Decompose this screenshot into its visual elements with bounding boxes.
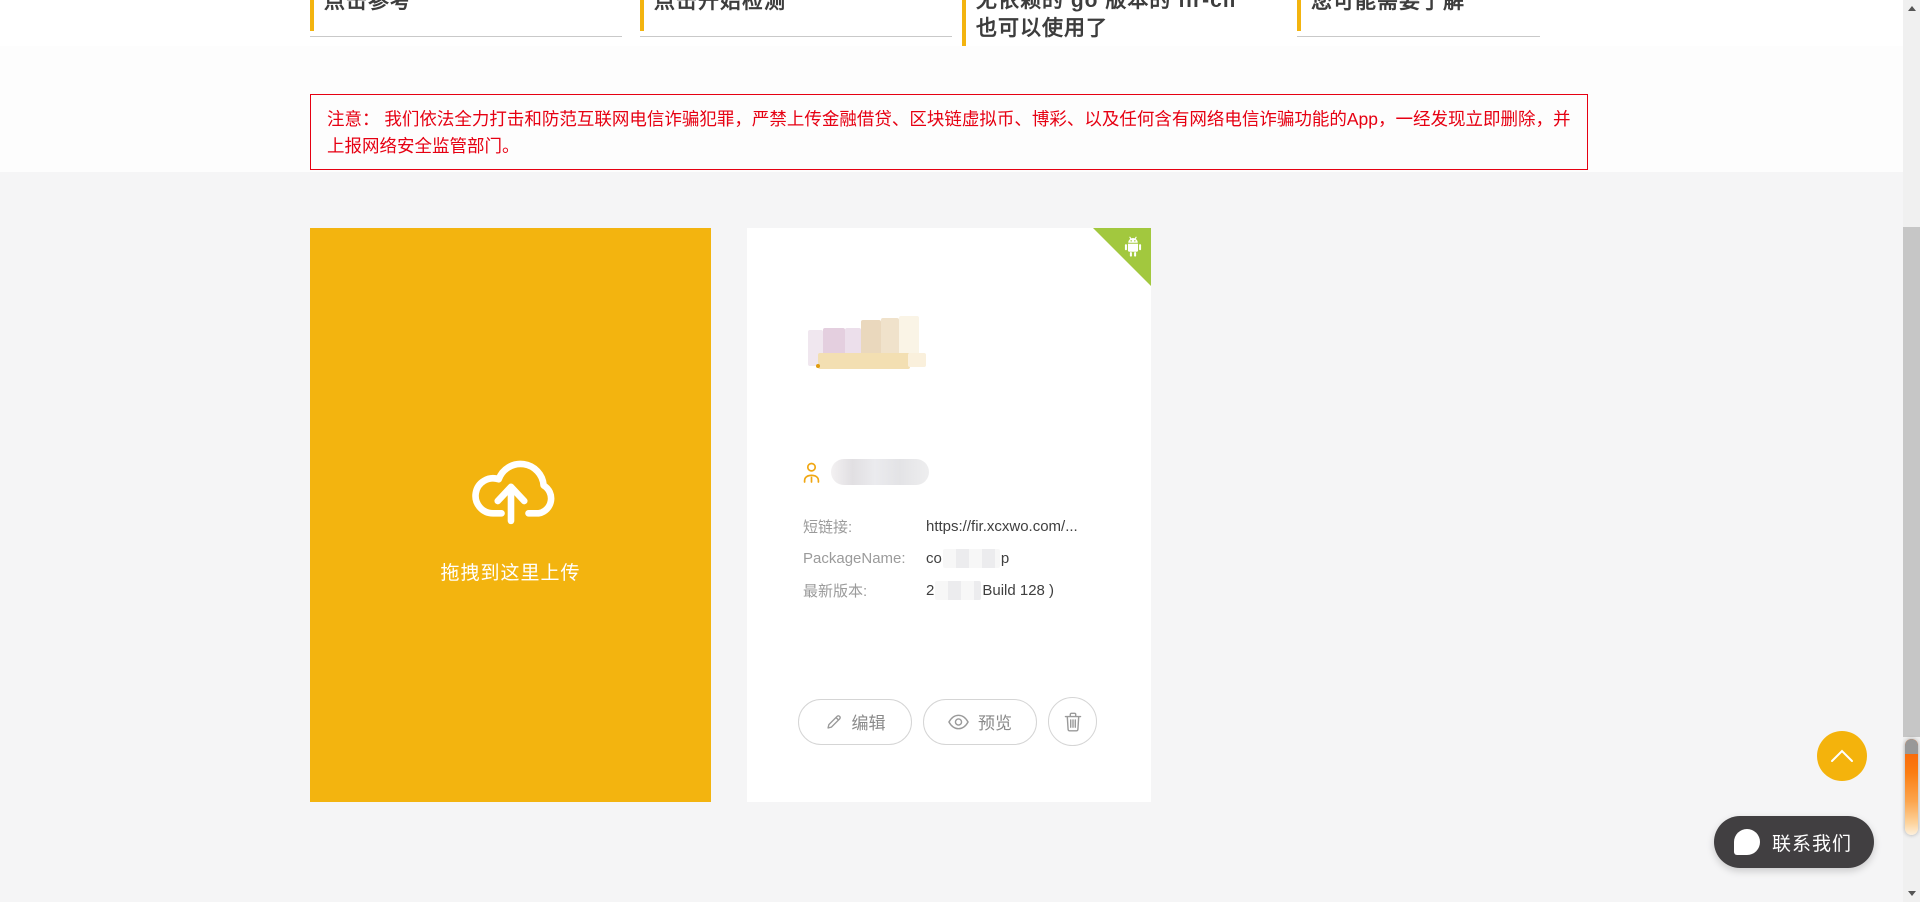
accent-bar [310, 0, 314, 31]
app-detail-fields: 短链接: https://fir.xcxwo.com/... PackageNa… [803, 510, 1078, 606]
header-title: 点击开始检测 [654, 0, 786, 16]
edit-button[interactable]: 编辑 [798, 699, 912, 745]
accent-bar [1297, 0, 1301, 31]
scrollbar-thumb[interactable] [1903, 227, 1920, 737]
app-card[interactable]: 短链接: https://fir.xcxwo.com/... PackageNa… [747, 228, 1151, 802]
notice-body: 我们依法全力打击和防范互联网电信诈骗犯罪，严禁上传金融借贷、区块链虚拟币、博彩、… [327, 109, 1571, 156]
pencil-icon [825, 713, 843, 731]
contact-us-label: 联系我们 [1772, 829, 1852, 856]
eye-icon [948, 714, 969, 730]
preview-button-label: 预览 [978, 709, 1012, 734]
anti-fraud-notice: 注意： 我们依法全力打击和防范互联网电信诈骗犯罪，严禁上传金融借贷、区块链虚拟币… [310, 94, 1588, 170]
field-label: 短链接: [803, 516, 926, 537]
header-card-4[interactable]: 您可能需要了解 [1297, 0, 1543, 46]
header-title: 点击参考 [324, 0, 412, 16]
accent-bar [640, 0, 644, 31]
divider [1297, 36, 1540, 37]
cloud-upload-icon [459, 440, 563, 528]
header-card-2[interactable]: 点击开始检测 [640, 0, 955, 46]
field-label: PackageName: [803, 550, 926, 567]
field-value-suffix: p [1001, 550, 1009, 567]
page: 点击参考 点击开始检测 无依赖的 go 版本的 fir-cli 也可以使用了 您… [0, 0, 1920, 902]
back-to-top-button[interactable] [1817, 731, 1867, 781]
header-title-line2: 也可以使用了 [976, 15, 1237, 43]
header-title-line1: 无依赖的 go 版本的 fir-cli [976, 0, 1237, 15]
trash-icon [1064, 712, 1082, 732]
redacted-value [943, 549, 1000, 568]
divider [310, 36, 622, 37]
field-value-prefix: co [926, 550, 942, 567]
android-icon [1122, 234, 1144, 258]
edit-button-label: 编辑 [852, 709, 886, 734]
scrollbar-up-button[interactable] [1903, 0, 1920, 17]
top-section-headers: 点击参考 点击开始检测 无依赖的 go 版本的 fir-cli 也可以使用了 您… [0, 0, 1920, 46]
delete-button[interactable] [1048, 697, 1097, 746]
app-name-row [801, 458, 929, 486]
field-value-prefix: 2 [926, 582, 934, 599]
redacted-value [935, 581, 981, 600]
chevron-up-icon [1829, 748, 1855, 764]
header-title: 您可能需要了解 [1311, 0, 1465, 16]
preview-button[interactable]: 预览 [923, 699, 1037, 745]
field-packagename: PackageName: co p [803, 542, 1078, 574]
field-shortlink: 短链接: https://fir.xcxwo.com/... [803, 510, 1078, 542]
field-value[interactable]: https://fir.xcxwo.com/... [926, 518, 1078, 535]
field-label: 最新版本: [803, 580, 926, 601]
header-card-1[interactable]: 点击参考 [310, 0, 625, 46]
scrollbar[interactable] [1903, 0, 1920, 902]
triangle-down-icon [1908, 891, 1916, 896]
app-icon-redacted [808, 316, 926, 369]
header-card-3[interactable]: 无依赖的 go 版本的 fir-cli 也可以使用了 [962, 0, 1282, 46]
chat-bubble-icon [1734, 829, 1760, 855]
triangle-up-icon [1908, 6, 1916, 11]
card-actions: 编辑 预览 [798, 697, 1097, 746]
field-value-suffix: Build 128 ) [982, 582, 1054, 599]
contact-us-button[interactable]: 联系我们 [1714, 816, 1874, 868]
person-icon [801, 461, 822, 484]
scrollbar-down-button[interactable] [1903, 885, 1920, 902]
notice-prefix: 注意： [327, 109, 380, 129]
field-version: 最新版本: 2 Build 128 ) [803, 574, 1078, 606]
upload-dropzone[interactable]: 拖拽到这里上传 [310, 228, 711, 802]
app-name-redacted [831, 459, 929, 485]
dropzone-label: 拖拽到这里上传 [310, 558, 711, 585]
scroll-progress-indicator[interactable] [1905, 739, 1918, 835]
divider [640, 36, 952, 37]
accent-bar [962, 0, 966, 46]
